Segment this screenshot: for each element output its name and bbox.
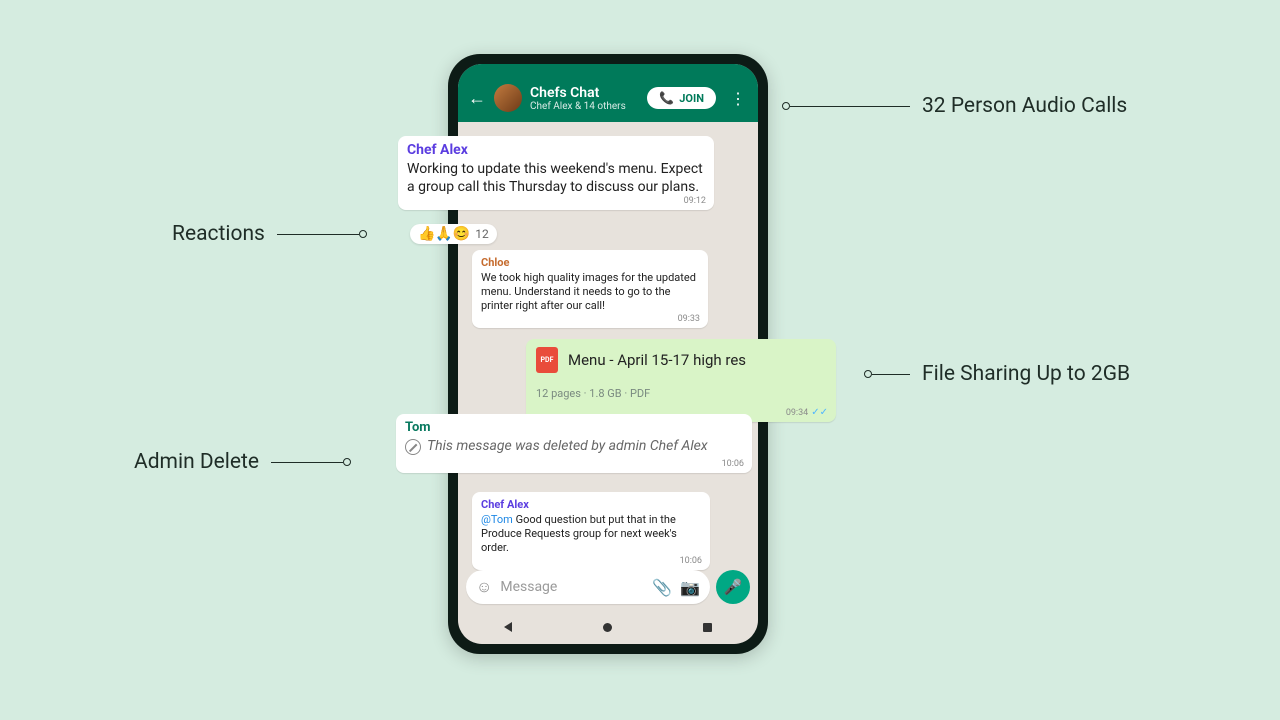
read-ticks-icon: ✓✓ bbox=[811, 407, 828, 418]
back-icon[interactable]: ← bbox=[468, 88, 486, 109]
deleted-text: This message was deleted by admin Chef A… bbox=[427, 437, 708, 455]
mention: @Tom bbox=[481, 513, 513, 526]
annotation-admin-delete: Admin Delete bbox=[134, 450, 351, 474]
sender-name: Chloe bbox=[481, 256, 699, 269]
message-time: 09:33 bbox=[678, 314, 700, 324]
nav-back-icon[interactable] bbox=[504, 622, 512, 632]
annotation-label: 32 Person Audio Calls bbox=[922, 94, 1127, 118]
pdf-icon: PDF bbox=[536, 347, 558, 373]
input-bar: ☺ Message 📎 📷 🎤 bbox=[466, 570, 750, 604]
deleted-icon bbox=[405, 439, 421, 455]
sender-name: Chef Alex bbox=[481, 498, 701, 511]
join-label: JOIN bbox=[679, 92, 704, 105]
message-time: 09:12 bbox=[684, 196, 706, 206]
header-text[interactable]: Chefs Chat Chef Alex & 14 others bbox=[530, 85, 626, 112]
reaction-count: 12 bbox=[475, 227, 489, 241]
message-time: 09:34✓✓ bbox=[786, 407, 828, 418]
screen: ← Chefs Chat Chef Alex & 14 others 📞 JOI… bbox=[458, 64, 758, 644]
chat-area: Chef Alex Working to update this weekend… bbox=[458, 124, 758, 608]
phone-icon: 📞 bbox=[659, 91, 674, 105]
message-body: Working to update this weekend's menu. E… bbox=[407, 160, 705, 204]
chat-title: Chefs Chat bbox=[530, 85, 626, 101]
mic-icon: 🎤 bbox=[724, 578, 743, 596]
nav-recent-icon[interactable] bbox=[703, 623, 712, 632]
message-input[interactable]: ☺ Message 📎 📷 bbox=[466, 570, 710, 604]
message-chef-alex-2[interactable]: Chef Alex @Tom Good question but put tha… bbox=[472, 492, 710, 570]
deleted-message[interactable]: Tom This message was deleted by admin Ch… bbox=[396, 414, 752, 473]
message-chef-alex-1[interactable]: Chef Alex Working to update this weekend… bbox=[398, 136, 714, 210]
annotation-reactions: Reactions bbox=[172, 222, 367, 246]
message-chloe[interactable]: Chloe We took high quality images for th… bbox=[472, 250, 708, 328]
more-icon[interactable]: ⋮ bbox=[724, 89, 748, 108]
chat-header: ← Chefs Chat Chef Alex & 14 others 📞 JOI… bbox=[458, 64, 758, 122]
annotation-label: Admin Delete bbox=[134, 450, 259, 474]
reactions-pill[interactable]: 👍🙏😊 12 bbox=[410, 224, 497, 244]
message-time: 10:06 bbox=[722, 459, 744, 469]
annotation-label: Reactions bbox=[172, 222, 265, 246]
android-navbar bbox=[458, 610, 758, 644]
file-attachment-bubble[interactable]: PDF Menu - April 15-17 high res 12 pages… bbox=[526, 339, 836, 422]
nav-home-icon[interactable] bbox=[603, 623, 612, 632]
message-body: We took high quality images for the upda… bbox=[481, 271, 699, 322]
group-avatar[interactable] bbox=[494, 84, 522, 112]
input-placeholder: Message bbox=[500, 579, 644, 595]
sender-name: Chef Alex bbox=[407, 142, 705, 158]
mic-button[interactable]: 🎤 bbox=[716, 570, 750, 604]
file-name: Menu - April 15-17 high res bbox=[568, 351, 746, 369]
emoji-icon[interactable]: ☺ bbox=[476, 577, 492, 597]
chat-subtitle: Chef Alex & 14 others bbox=[530, 101, 626, 112]
annotation-audio-calls: 32 Person Audio Calls bbox=[782, 94, 1127, 118]
camera-icon[interactable]: 📷 bbox=[680, 578, 700, 597]
annotation-file-sharing: File Sharing Up to 2GB bbox=[864, 362, 1130, 386]
annotation-label: File Sharing Up to 2GB bbox=[922, 362, 1130, 386]
reaction-emojis: 👍🙏😊 bbox=[418, 226, 470, 242]
attach-icon[interactable]: 📎 bbox=[652, 578, 672, 597]
phone-frame: ← Chefs Chat Chef Alex & 14 others 📞 JOI… bbox=[448, 54, 768, 654]
sender-name: Tom bbox=[405, 420, 743, 435]
join-call-button[interactable]: 📞 JOIN bbox=[647, 87, 716, 109]
file-meta: 12 pages · 1.8 GB · PDF bbox=[536, 387, 826, 400]
message-body: @Tom Good question but put that in the P… bbox=[481, 513, 701, 564]
message-time: 10:06 bbox=[680, 556, 702, 566]
